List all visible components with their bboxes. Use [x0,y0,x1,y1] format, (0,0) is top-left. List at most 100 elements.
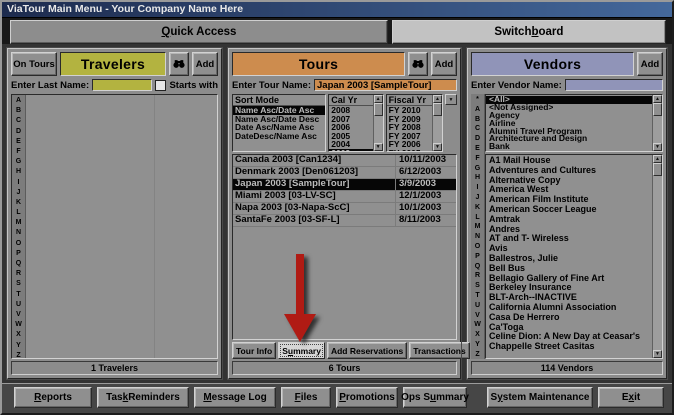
scroll-up-icon[interactable]: ▲ [653,155,662,163]
index-letter[interactable]: Q [471,262,484,272]
vendors-add-button[interactable]: Add [637,52,663,76]
scroll-up-icon[interactable]: ▲ [433,95,442,103]
travelers-list-empty[interactable] [26,95,217,358]
vendor-row[interactable]: Alternative Copy [486,176,652,186]
vendor-row[interactable]: A1 Mail House [486,156,652,166]
window-titlebar[interactable]: ViaTour Main Menu - Your Company Name He… [2,2,672,18]
vendor-row[interactable]: Celine Dion: A New Day at Ceasar's [486,332,652,342]
cal-year-option[interactable]: 2003 [329,149,372,152]
index-letter[interactable]: V [12,310,25,320]
promotions-button[interactable]: Promotions [336,387,398,408]
sort-mode-option[interactable]: DateDesc/Name Asc [233,132,325,141]
index-letter[interactable]: U [471,301,484,311]
vendor-row[interactable]: American Film Institute [486,195,652,205]
ops-summary-button[interactable]: Ops Summary [403,387,467,408]
vendor-row[interactable]: Ballestros, Julie [486,254,652,264]
travelers-add-button[interactable]: Add [192,52,218,76]
index-letter[interactable]: O [12,239,25,249]
index-letter[interactable]: Y [12,341,25,351]
index-letter[interactable]: I [12,178,25,188]
index-letter[interactable]: R [12,269,25,279]
vendor-row[interactable]: Adventures and Cultures [486,166,652,176]
index-letter[interactable]: C [12,116,25,126]
scroll-down-icon[interactable]: ▼ [653,143,662,151]
index-letter[interactable]: K [12,198,25,208]
vendor-row[interactable]: Andres [486,225,652,235]
index-letter[interactable]: * [471,95,484,105]
transactions-button[interactable]: Transactions [409,342,469,359]
vendor-name-input[interactable] [565,79,663,91]
on-tours-button[interactable]: On Tours [11,52,57,76]
vendor-row[interactable]: American Soccer League [486,205,652,215]
vendor-row[interactable]: Berkeley Insurance [486,283,652,293]
index-letter[interactable]: A [12,96,25,106]
vendor-row[interactable]: America West [486,185,652,195]
index-letter[interactable]: Z [12,351,25,359]
index-letter[interactable]: N [12,228,25,238]
scroll-down-icon[interactable]: ▼ [374,143,383,151]
scroll-down-icon[interactable]: ▼ [653,350,662,358]
index-letter[interactable]: S [471,281,484,291]
last-name-input[interactable] [92,79,152,91]
vendor-row[interactable]: Amtrak [486,215,652,225]
index-letter[interactable]: H [12,167,25,177]
system-maintenance-button[interactable]: System Maintenance [487,387,593,408]
vendor-row[interactable]: Ca'Toga [486,323,652,333]
reports-button[interactable]: Reports [14,387,92,408]
dropdown-icon[interactable]: ▼ [445,94,457,105]
vendor-row[interactable]: Bell Bus [486,264,652,274]
summary-button[interactable]: Summary [278,342,325,359]
index-letter[interactable]: N [471,232,484,242]
index-letter[interactable]: B [12,106,25,116]
scroll-down-icon[interactable]: ▼ [433,143,442,151]
index-letter[interactable]: G [12,157,25,167]
index-letter[interactable]: B [471,115,484,125]
fiscal-year-option[interactable]: FY 2005 [387,149,432,152]
scrollbar-track[interactable] [433,116,442,143]
tab-quick-access[interactable]: Quick Access [10,20,388,44]
scrollbar-thumb[interactable] [653,103,662,116]
index-letter[interactable]: L [12,208,25,218]
message-log-button[interactable]: Message Log [194,387,276,408]
task-reminders-button[interactable]: Task Reminders [97,387,189,408]
index-letter[interactable]: E [471,144,484,154]
scrollbar-thumb[interactable] [433,103,442,116]
index-letter[interactable]: F [471,154,484,164]
vendor-category-option[interactable]: Bank [486,143,652,151]
index-letter[interactable]: D [471,134,484,144]
files-button[interactable]: Files [281,387,331,408]
index-letter[interactable]: W [471,320,484,330]
index-letter[interactable]: A [471,105,484,115]
index-letter[interactable]: C [471,124,484,134]
index-letter[interactable]: P [471,252,484,262]
index-letter[interactable]: J [12,188,25,198]
scrollbar-thumb[interactable] [374,103,383,116]
index-letter[interactable]: X [471,330,484,340]
travelers-find-button[interactable] [169,52,189,76]
index-letter[interactable]: E [12,137,25,147]
index-letter[interactable]: F [12,147,25,157]
index-letter[interactable]: Y [471,340,484,350]
tours-find-button[interactable] [408,52,428,76]
tour-row[interactable]: SantaFe 2003 [03-SF-L] 8/11/2003 [233,215,456,227]
index-letter[interactable]: H [471,173,484,183]
scrollbar-track[interactable] [374,116,383,143]
index-letter[interactable]: M [471,222,484,232]
vendor-row[interactable]: Bellagio Gallery of Fine Art [486,274,652,284]
index-letter[interactable]: G [471,164,484,174]
index-letter[interactable]: S [12,279,25,289]
index-letter[interactable]: P [12,249,25,259]
scroll-up-icon[interactable]: ▲ [653,95,662,103]
index-letter[interactable]: R [471,271,484,281]
vendor-row[interactable]: Avis [486,244,652,254]
index-letter[interactable]: M [12,218,25,228]
index-letter[interactable]: L [471,213,484,223]
starts-with-checkbox[interactable] [155,80,166,91]
tab-switchboard[interactable]: Switchboard [392,20,666,44]
vendor-row[interactable]: Casa De Herrero [486,313,652,323]
index-letter[interactable]: U [12,300,25,310]
vendor-row[interactable]: Chappelle Street Casitas [486,342,652,352]
index-letter[interactable]: K [471,203,484,213]
index-letter[interactable]: O [471,242,484,252]
index-letter[interactable]: V [471,311,484,321]
